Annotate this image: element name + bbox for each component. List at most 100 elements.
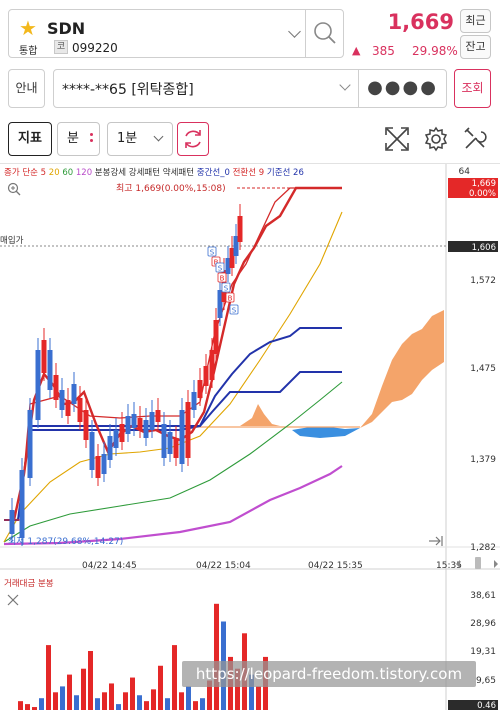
refresh-button[interactable] — [177, 122, 209, 156]
volume-bar — [74, 695, 79, 710]
legend-item: 120 — [73, 168, 92, 178]
unit-select[interactable]: 분 — [57, 122, 100, 156]
refresh-icon — [185, 130, 201, 148]
more-dots-icon — [90, 133, 93, 145]
volume-tick-3: 19,31 — [470, 647, 496, 657]
candle-body — [237, 216, 243, 242]
candle-body — [119, 424, 125, 442]
volume-title: 거래대금 분봉 — [4, 579, 54, 589]
indicator-button[interactable]: 지표 — [8, 122, 52, 156]
candle-body — [107, 436, 113, 460]
candle-body — [209, 350, 215, 380]
close-icon[interactable] — [7, 594, 19, 606]
info-button[interactable]: 안내 — [8, 69, 45, 108]
candle-body — [155, 410, 161, 422]
scroll-end-icon[interactable] — [429, 536, 443, 546]
period-label: 1분 — [117, 131, 138, 146]
stock-selector[interactable]: ★ SDN 통합 코 099220 — [8, 9, 306, 58]
ma60-line — [3, 381, 343, 543]
candle-body — [59, 390, 65, 410]
time-label-1: 04/22 14:45 — [82, 561, 137, 571]
candle-body — [101, 454, 107, 474]
chart-toolbar: 지표 분 1분 — [0, 114, 500, 164]
zoom-icon[interactable] — [7, 182, 21, 196]
price-chart[interactable]: 종가 단순 5 20 60 120 분봉강세 강세패턴 약세패턴 중간선_0 전… — [0, 164, 500, 710]
volume-bar — [53, 692, 58, 710]
balance-button[interactable]: 잔고 — [460, 35, 491, 59]
candle-body — [161, 424, 167, 458]
volume-bar — [179, 692, 184, 710]
price-tick-2: 1,475 — [470, 364, 496, 374]
legend-item: 5 — [38, 168, 46, 178]
volume-bar — [81, 668, 86, 710]
low-annotation: 최저 1,287(29.68%,14:27) — [8, 536, 123, 547]
legend-item: 중간선_0 — [194, 167, 230, 178]
volume-bar — [123, 692, 128, 710]
signal-marker-label: S — [210, 249, 215, 257]
candle-body — [77, 398, 83, 422]
stock-code: 099220 — [72, 41, 118, 55]
volume-bar — [200, 698, 205, 710]
account-row: 안내 ****-**65 [위탁종합] ●●●● 조회 — [0, 64, 500, 114]
volume-bar — [130, 677, 135, 710]
volume-bar — [88, 651, 93, 710]
candle-body — [185, 402, 191, 458]
candle-body — [113, 430, 119, 448]
account-number: ****-**65 [위탁종합] — [62, 82, 194, 98]
time-axis-scroll[interactable] — [456, 557, 498, 569]
cloud-small-area — [240, 404, 280, 426]
signal-marker-label: B — [220, 275, 225, 283]
price-tick-1: 1,572 — [470, 276, 496, 286]
search-button[interactable] — [305, 9, 344, 58]
volume-bar — [18, 701, 23, 710]
ma5-line — [12, 186, 342, 521]
unit-label: 분 — [67, 131, 79, 146]
time-label-2: 04/22 15:04 — [196, 561, 251, 571]
candle-body — [27, 410, 33, 478]
account-select[interactable]: ****-**65 [위탁종합] — [53, 69, 359, 108]
query-button[interactable]: 조회 — [454, 69, 491, 108]
indicator-legend: 종가 단순 5 20 60 120 분봉강세 강세패턴 약세패턴 중간선_0 전… — [4, 167, 304, 178]
candle-body — [143, 420, 149, 438]
avg-price-tag-value: 1,606 — [472, 243, 496, 253]
recent-button[interactable]: 최근 — [460, 9, 491, 33]
candle-body — [149, 412, 155, 430]
candle-body — [41, 340, 47, 373]
volume-tick-1: 38,61 — [470, 591, 496, 601]
chart-canvas[interactable]: 종가 단순 5 20 60 120 분봉강세 강세패턴 약세패턴 중간선_0 전… — [0, 164, 500, 710]
time-label-3: 04/22 15:35 — [308, 561, 363, 571]
volume-bar — [165, 698, 170, 710]
favorite-star-icon[interactable]: ★ — [19, 18, 37, 38]
password-field[interactable]: ●●●● — [358, 69, 447, 108]
candle-body — [131, 414, 137, 428]
candle-body — [47, 350, 53, 390]
candle-body — [9, 510, 15, 534]
gear-icon[interactable] — [423, 126, 449, 152]
period-select[interactable]: 1분 — [107, 122, 173, 156]
expand-icon[interactable] — [384, 126, 410, 152]
candle-body — [213, 320, 219, 354]
volume-bar — [67, 674, 72, 710]
candle-body — [19, 470, 25, 538]
volume-bar — [158, 665, 163, 710]
legend-item: 전환선 9 — [230, 167, 264, 178]
stock-header: ★ SDN 통합 코 099220 1,669 ▲ 385 29.98% 최근 … — [0, 0, 500, 64]
legend-item: 종가 단순 — [4, 167, 38, 178]
cloud-bull-area — [360, 310, 444, 428]
avg-price-label: 매입가 — [0, 236, 24, 246]
current-price: 1,669 — [387, 10, 454, 34]
volume-bar — [172, 645, 177, 710]
signal-marker-label: S — [224, 285, 229, 293]
candle-body — [173, 438, 179, 458]
candle-body — [179, 410, 185, 464]
change-rate: 29.98% — [412, 44, 458, 58]
volume-bar — [193, 701, 198, 710]
candle-body — [191, 392, 197, 410]
tools-icon[interactable] — [462, 126, 488, 152]
candle-body — [35, 350, 41, 420]
watermark-text: https://leopard-freedom.tistory.com — [182, 661, 476, 687]
signal-marker-label: S — [218, 265, 223, 273]
volume-bar — [39, 698, 44, 710]
volume-bar — [102, 692, 107, 710]
chevron-down-icon[interactable] — [288, 25, 301, 38]
